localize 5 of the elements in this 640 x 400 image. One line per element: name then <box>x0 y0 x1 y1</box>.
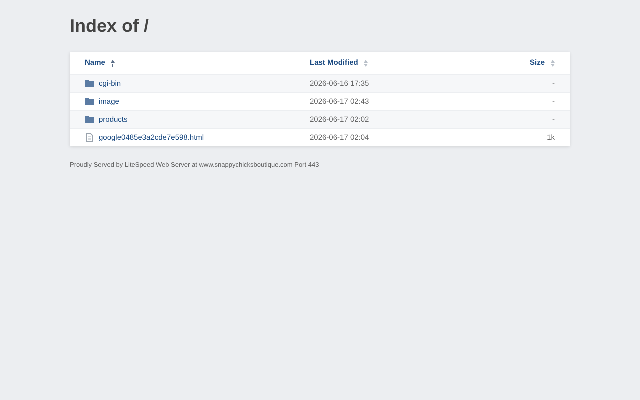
folder-icon <box>85 98 94 105</box>
page-title: Index of / <box>70 15 150 37</box>
folder-icon <box>85 80 94 87</box>
file-icon <box>86 133 93 142</box>
folder-icon <box>85 116 94 123</box>
